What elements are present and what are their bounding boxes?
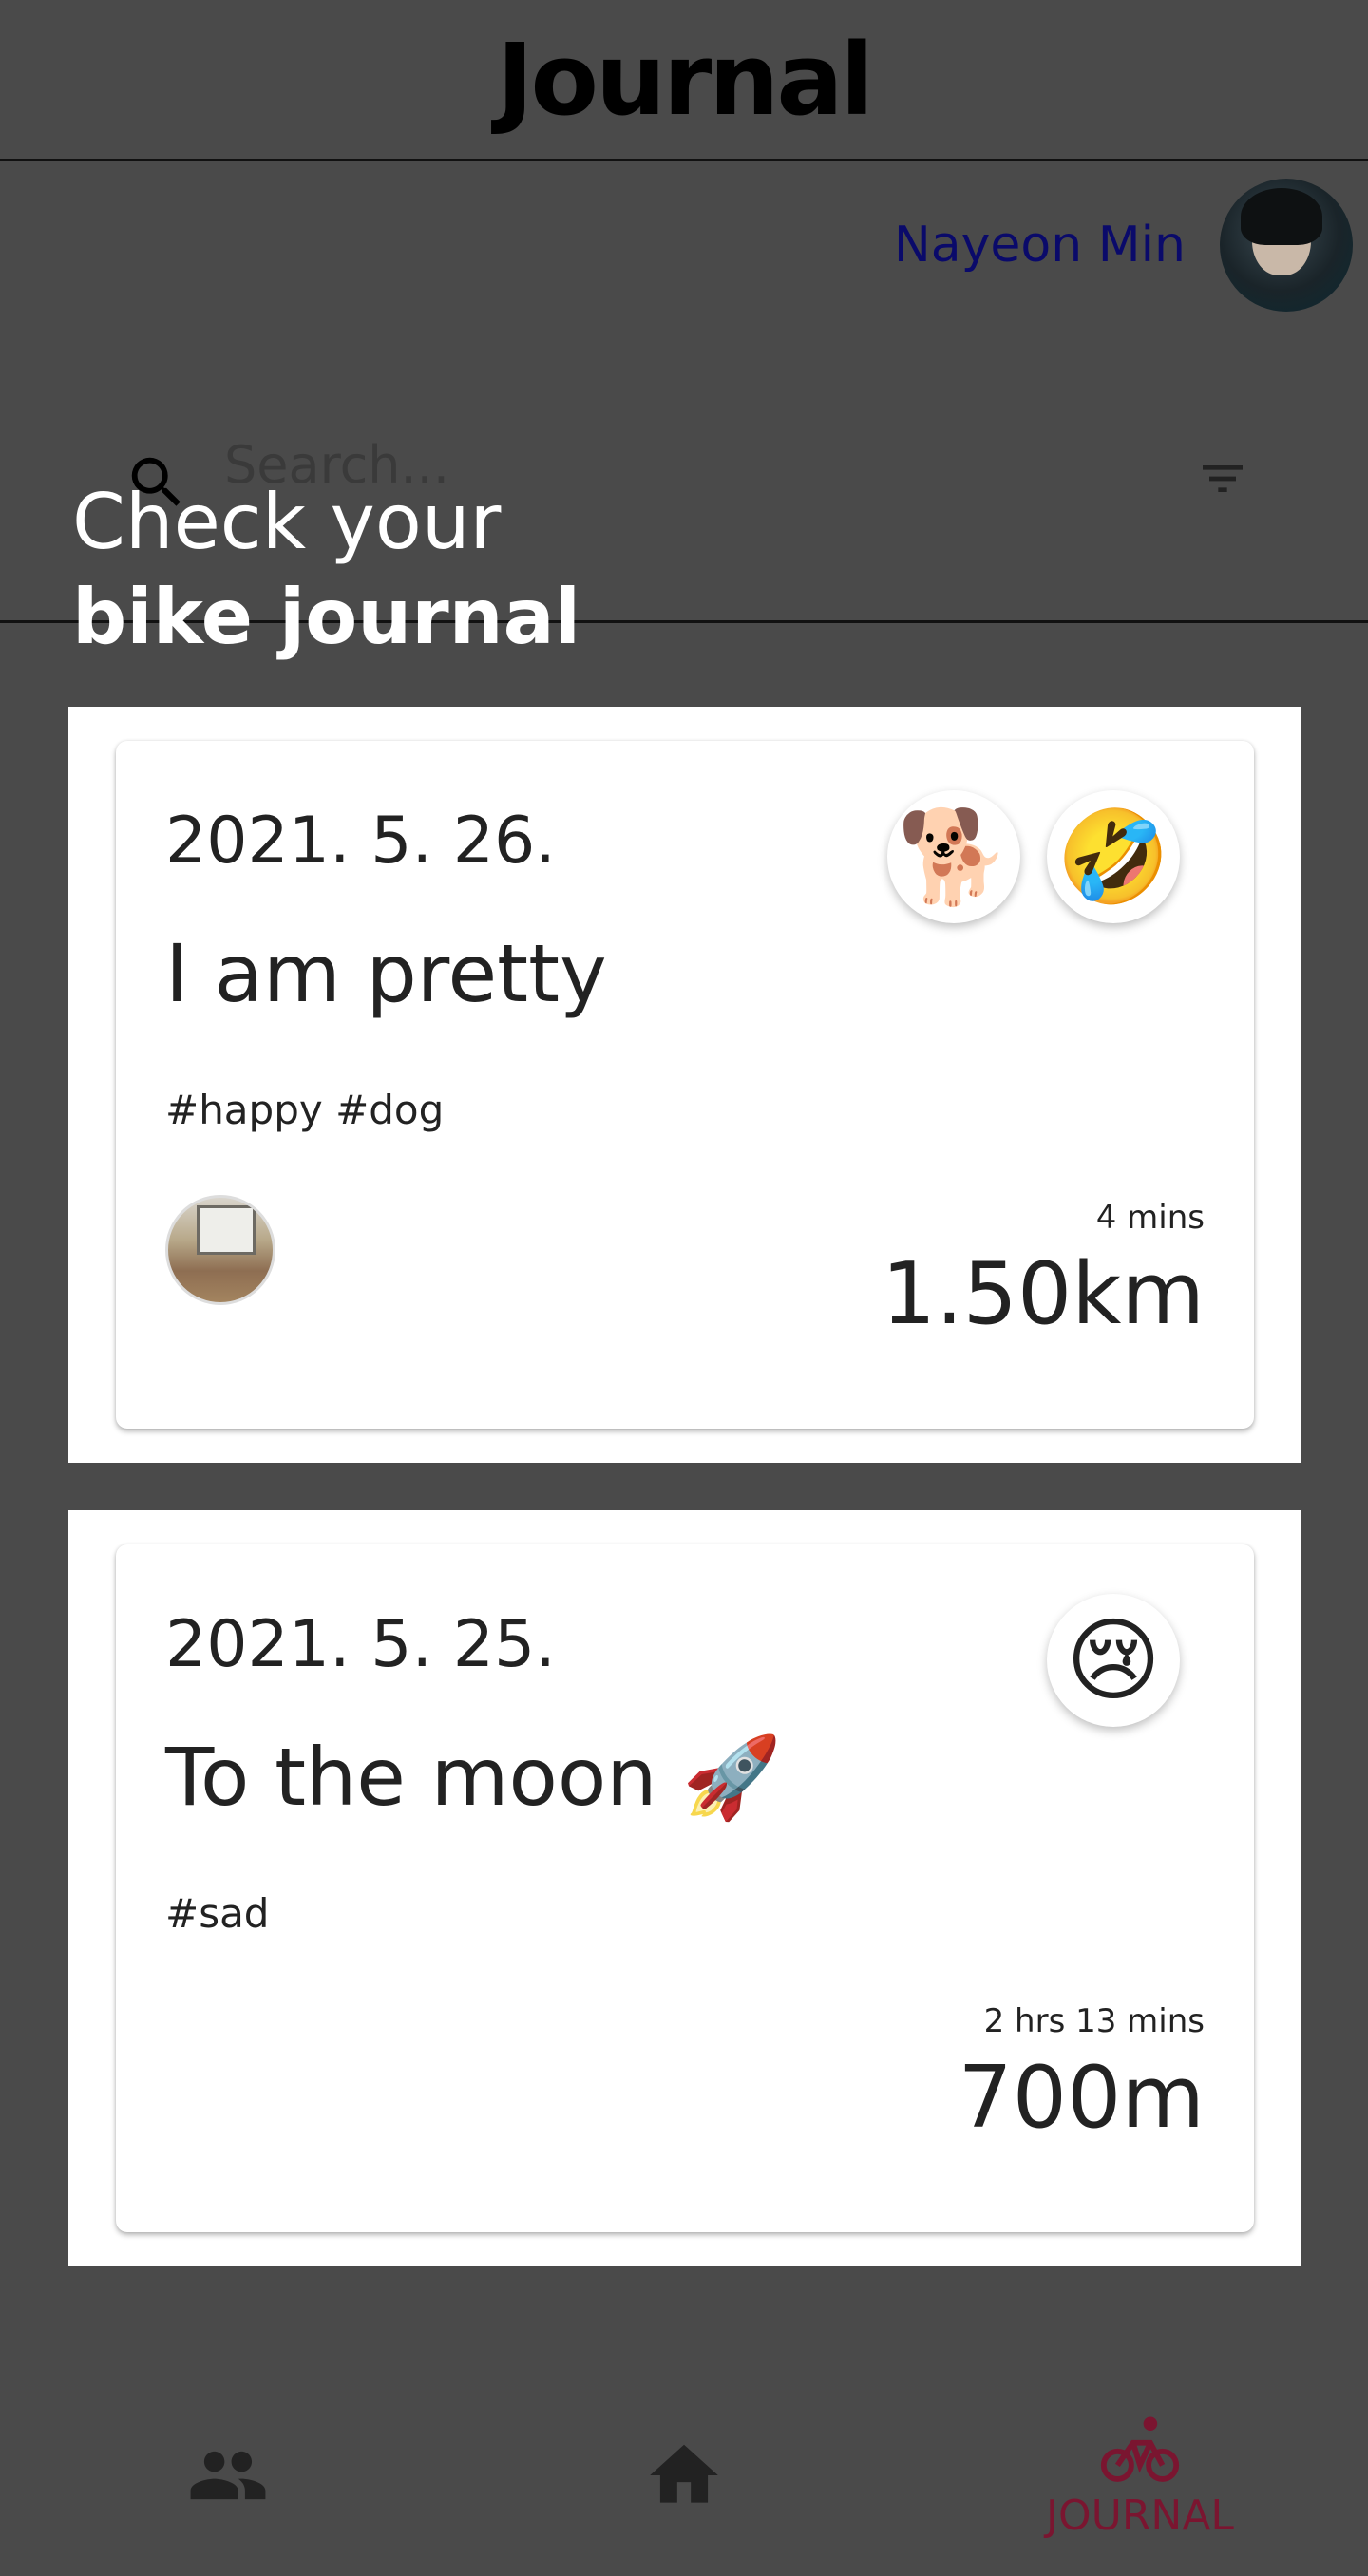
people-icon: [190, 2451, 266, 2500]
laughing-emoji-icon: 🤣: [1047, 790, 1180, 923]
filter-icon[interactable]: [1191, 452, 1254, 505]
nav-item-home[interactable]: [456, 2375, 912, 2576]
journal-entry[interactable]: 2021. 5. 26. 🐕 🤣 I am pretty #happy #dog…: [68, 707, 1302, 1463]
journal-entry[interactable]: 2021. 5. 25. 😢 To the moon 🚀 #sad 2 hrs …: [68, 1510, 1302, 2266]
hero-heading: Check your bike journal: [72, 475, 580, 665]
hero-line-1: Check your: [72, 478, 502, 566]
entry-distance: 1.50km: [881, 1244, 1205, 1344]
entry-title: I am pretty: [165, 927, 607, 1020]
hero-line-2: bike journal: [72, 573, 580, 661]
entry-tags: #sad: [165, 1890, 270, 1937]
home-icon: [650, 2444, 718, 2503]
nav-item-friends[interactable]: [0, 2375, 456, 2576]
profile-name[interactable]: Nayeon Min: [894, 217, 1186, 274]
dog-emoji-icon: 🐕: [887, 790, 1020, 923]
entry-tags: #happy #dog: [165, 1087, 445, 1133]
entry-photo-thumbnail[interactable]: [165, 1195, 276, 1305]
nav-item-journal[interactable]: JOURNAL: [912, 2375, 1368, 2576]
app-bar: Journal: [0, 0, 1368, 161]
bike-icon: [1100, 2415, 1180, 2482]
journal-card[interactable]: 2021. 5. 25. 😢 To the moon 🚀 #sad 2 hrs …: [116, 1544, 1254, 2232]
entry-duration: 4 mins: [1095, 1199, 1205, 1237]
page-title: Journal: [496, 21, 874, 138]
entry-title: To the moon 🚀: [165, 1731, 782, 1824]
crying-emoji-icon: 😢: [1047, 1594, 1180, 1727]
avatar[interactable]: [1220, 179, 1353, 312]
entry-date: 2021. 5. 26.: [165, 804, 556, 879]
entry-date: 2021. 5. 25.: [165, 1607, 556, 1682]
entry-duration: 2 hrs 13 mins: [983, 2002, 1205, 2040]
user-profile[interactable]: Nayeon Min: [894, 179, 1353, 312]
journal-card[interactable]: 2021. 5. 26. 🐕 🤣 I am pretty #happy #dog…: [116, 741, 1254, 1429]
bottom-navigation: JOURNAL: [0, 2375, 1368, 2576]
entry-distance: 700m: [958, 2048, 1205, 2148]
nav-label-journal: JOURNAL: [1046, 2491, 1234, 2540]
